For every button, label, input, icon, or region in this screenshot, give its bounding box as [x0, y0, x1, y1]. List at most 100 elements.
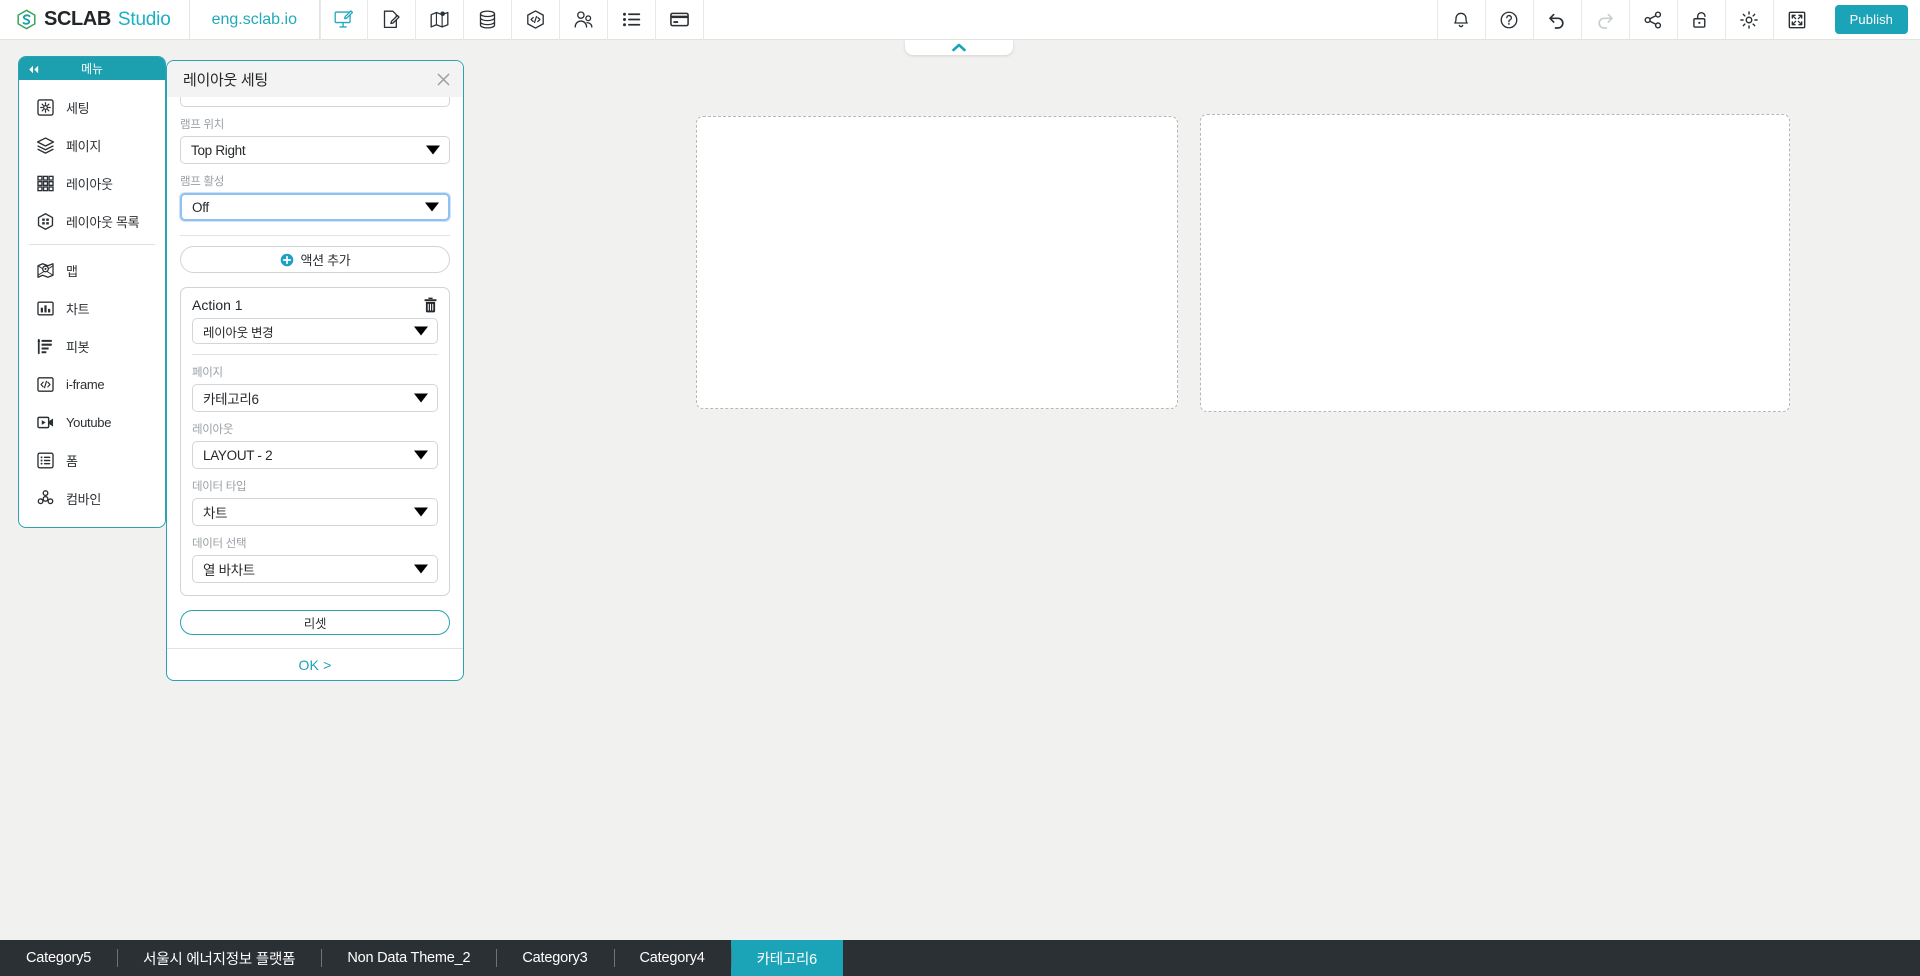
action-datatype-select[interactable]: 차트	[192, 498, 438, 526]
share-button[interactable]	[1628, 0, 1677, 40]
map-pin-icon	[36, 261, 55, 280]
dialog-footer: OK >	[167, 648, 463, 680]
database-tool-button[interactable]	[464, 0, 512, 40]
combine-icon	[36, 489, 55, 508]
action-datatype-value: 차트	[203, 506, 228, 521]
reset-button[interactable]: 리셋	[180, 610, 450, 635]
layers-icon	[36, 136, 55, 155]
menu-header: 메뉴	[19, 57, 165, 80]
action-type-select[interactable]: 레이아웃 변경	[192, 318, 438, 344]
sidebar-item-label: 피봇	[66, 339, 90, 355]
action-card: Action 1 레이아웃 변경 페이지 카테고리6 레이아웃 LAYOUT -…	[180, 287, 450, 596]
plus-circle-icon	[280, 253, 293, 266]
share-icon	[1644, 10, 1662, 29]
action-page-select[interactable]: 카테고리6	[192, 384, 438, 412]
map-tool-button[interactable]	[416, 0, 464, 40]
add-action-button[interactable]: 액션 추가	[180, 246, 450, 273]
dialog-body: 램프 위치 Top Right 램프 활성 Off 액션 추가 Action 1	[167, 97, 463, 635]
dialog-header: 레이아웃 세팅	[167, 61, 463, 97]
tab-category5[interactable]: Category5	[0, 940, 117, 976]
settings-button[interactable]	[1724, 0, 1773, 40]
sidebar-item-youtube[interactable]: Youtube	[19, 403, 165, 441]
lamp-enabled-label: 램프 활성	[180, 176, 225, 188]
sidebar-item-chart[interactable]: 차트	[19, 289, 165, 327]
menu-collapse-button[interactable]	[27, 62, 40, 80]
action-title: Action 1	[192, 297, 243, 313]
card-icon	[670, 12, 689, 27]
canvas-collapse-handle[interactable]	[905, 40, 1013, 55]
bar-chart-icon	[36, 299, 55, 318]
scrolled-field-partial[interactable]	[180, 97, 450, 107]
fullscreen-icon	[1788, 11, 1806, 28]
lamp-enabled-value: Off	[192, 199, 209, 215]
dialog-divider	[180, 235, 450, 236]
action-layout-select[interactable]: LAYOUT - 2	[192, 441, 438, 469]
sidebar-item-label: i-frame	[66, 376, 105, 392]
users-tool-button[interactable]	[560, 0, 608, 40]
lamp-enabled-field: 램프 활성 Off	[180, 173, 450, 221]
widget-panel-right[interactable]	[1200, 114, 1790, 412]
grid-icon	[36, 174, 55, 193]
action-dataselect-select[interactable]: 열 바차트	[192, 555, 438, 583]
help-circle-icon	[1500, 11, 1518, 28]
notifications-button[interactable]	[1436, 0, 1485, 40]
bell-icon	[1454, 12, 1468, 27]
lock-button[interactable]	[1676, 0, 1725, 40]
trash-icon	[424, 297, 437, 313]
brand-name: SCLAB	[44, 8, 111, 30]
tab-category6[interactable]: 카테고리6	[730, 940, 844, 976]
chevron-up-icon	[952, 43, 966, 52]
sidebar-item-layout-list[interactable]: 레이아웃 목록	[19, 202, 165, 240]
undo-button[interactable]	[1532, 0, 1581, 40]
tab-category3[interactable]: Category3	[496, 940, 613, 976]
sidebar-item-map[interactable]: 맵	[19, 251, 165, 289]
left-menu-panel: 메뉴 세팅 페이지 레이아웃 레이아웃 목록 맵 차트 피봇 i-frame Y…	[18, 56, 166, 528]
tab-category4[interactable]: Category4	[613, 940, 731, 976]
sidebar-item-page[interactable]: 페이지	[19, 126, 165, 164]
form-list-icon	[36, 451, 55, 470]
tab-seoul-energy-platform[interactable]: 서울시 에너지정보 플랫폼	[117, 940, 321, 976]
fullscreen-button[interactable]	[1772, 0, 1821, 40]
document-edit-tool-button[interactable]	[368, 0, 416, 40]
dialog-close-button[interactable]	[436, 72, 451, 87]
list-tool-button[interactable]	[608, 0, 656, 40]
ok-button[interactable]: OK >	[298, 657, 331, 673]
unlock-icon	[1693, 11, 1706, 28]
sclab-logo-icon	[17, 9, 36, 30]
publish-button[interactable]: Publish	[1834, 5, 1908, 34]
sidebar-item-layout[interactable]: 레이아웃	[19, 164, 165, 202]
chevron-down-icon	[414, 393, 428, 403]
sidebar-item-iframe[interactable]: i-frame	[19, 365, 165, 403]
redo-button[interactable]	[1580, 0, 1629, 40]
action-page-field: 페이지 카테고리6	[192, 364, 438, 412]
close-icon	[437, 73, 450, 85]
action-divider	[192, 354, 438, 355]
action-layout-value: LAYOUT - 2	[203, 447, 273, 463]
widget-panel-left[interactable]	[696, 116, 1178, 409]
app-logo[interactable]: SCLAB Studio	[0, 0, 189, 40]
action-page-value: 카테고리6	[203, 392, 259, 407]
help-button[interactable]	[1484, 0, 1533, 40]
code-tool-button[interactable]	[512, 0, 560, 40]
lamp-position-field: 램프 위치 Top Right	[180, 116, 450, 164]
card-tool-button[interactable]	[656, 0, 704, 40]
menu-header-title: 메뉴	[81, 62, 103, 76]
sidebar-item-setting[interactable]: 세팅	[19, 88, 165, 126]
double-chevron-left-icon	[29, 65, 39, 74]
sidebar-item-label: 세팅	[66, 100, 90, 116]
monitor-edit-tool-button[interactable]	[319, 0, 368, 40]
undo-icon	[1549, 13, 1564, 29]
action-delete-button[interactable]	[423, 297, 438, 313]
monitor-edit-icon	[335, 10, 354, 28]
site-name[interactable]: eng.sclab.io	[190, 11, 319, 29]
lamp-position-value: Top Right	[191, 142, 246, 158]
sidebar-item-pivot[interactable]: 피봇	[19, 327, 165, 365]
sidebar-item-combine[interactable]: 컴바인	[19, 479, 165, 517]
document-edit-icon	[383, 10, 400, 29]
map-icon	[430, 11, 449, 28]
tab-non-data-theme-2[interactable]: Non Data Theme_2	[321, 940, 496, 976]
sidebar-item-form[interactable]: 폼	[19, 441, 165, 479]
hexagon-grid-icon	[36, 212, 55, 231]
lamp-position-select[interactable]: Top Right	[180, 136, 450, 164]
lamp-enabled-select[interactable]: Off	[180, 193, 450, 221]
